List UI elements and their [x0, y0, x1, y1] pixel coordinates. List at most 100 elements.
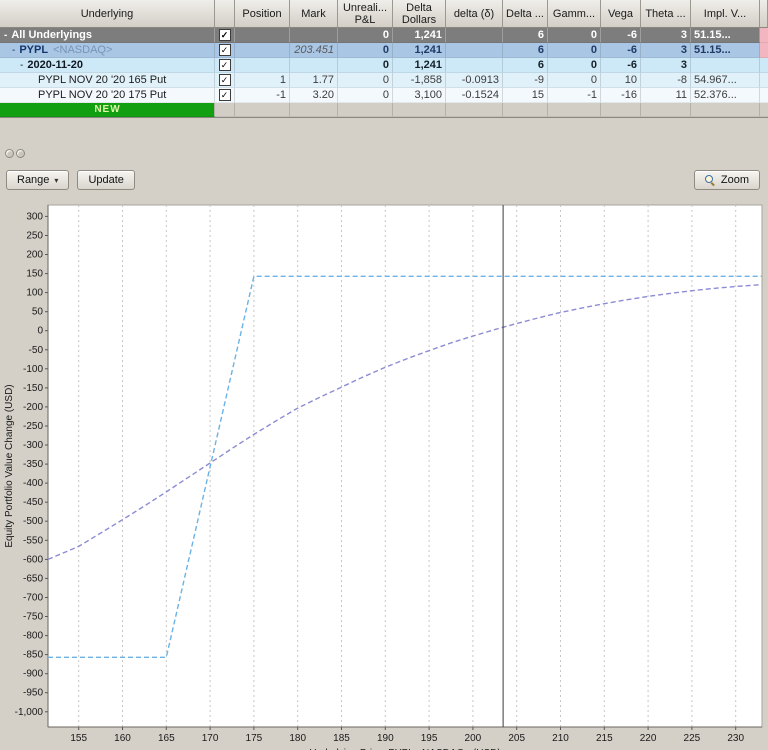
y-tick-label: -350 — [23, 459, 43, 470]
x-tick-label: 185 — [333, 733, 350, 744]
cell-delta: 6 — [503, 43, 548, 58]
row-checkbox[interactable]: ✓ — [218, 74, 231, 86]
y-tick-label: 50 — [32, 307, 44, 318]
cell-delta_dollars: 1,241 — [393, 43, 446, 58]
cell-delta_greek — [446, 103, 503, 117]
cell-gamma: 0 — [548, 73, 601, 88]
underlying-label: All Underlyings — [11, 29, 93, 41]
cell-theta: 3 — [641, 43, 691, 58]
expander-icon[interactable]: - — [12, 45, 15, 56]
column-header-delta[interactable]: Delta ... — [503, 0, 548, 28]
cell-delta_greek — [446, 28, 503, 43]
cell-underlying: -2020-11-20 — [0, 58, 215, 73]
column-header-impl_vol[interactable]: Impl. V... — [691, 0, 760, 28]
y-axis-title: Equity Portfolio Value Change (USD) — [4, 384, 15, 547]
plot-area — [47, 204, 763, 728]
table-row[interactable]: - PYPL <NASDAQ> ✓ 203.451 0 1,241 6 0 -6 3 51.15... — [0, 43, 768, 58]
y-tick-label: -850 — [23, 650, 43, 661]
column-header-gamma[interactable]: Gamm... — [548, 0, 601, 28]
range-button[interactable]: Range ▾ — [6, 170, 70, 190]
scroll-marker-header — [760, 0, 768, 28]
update-button[interactable]: Update — [77, 170, 135, 190]
cell-vega: -16 — [601, 88, 641, 103]
cell-vega: -6 — [601, 43, 641, 58]
y-tick-label: 150 — [26, 269, 43, 280]
column-header-pnl[interactable]: Unreali... P&L — [338, 0, 393, 28]
cell-theta: 3 — [641, 28, 691, 43]
x-tick-label: 160 — [114, 733, 131, 744]
expander-icon[interactable]: - — [4, 30, 7, 41]
cell-impl_vol: 52.376... — [691, 88, 760, 103]
expander-icon[interactable]: - — [20, 60, 23, 71]
y-tick-label: 0 — [37, 326, 43, 337]
row-marker — [760, 88, 768, 103]
y-tick-label: -650 — [23, 573, 43, 584]
divider-dot-icon — [5, 149, 14, 158]
row-alert-marker — [760, 28, 768, 43]
cell-impl_vol — [691, 103, 760, 117]
table-row[interactable]: NEW — [0, 103, 768, 117]
cell-underlying: NEW — [0, 103, 215, 117]
cell-theta: 11 — [641, 88, 691, 103]
x-tick-label: 220 — [640, 733, 657, 744]
cell-mark: 3.20 — [290, 88, 338, 103]
cell-vega: -6 — [601, 58, 641, 73]
y-tick-label: 250 — [26, 231, 43, 242]
cell-delta — [503, 103, 548, 117]
table-row[interactable]: - All Underlyings ✓ 0 1,241 6 0 -6 3 51.15... — [0, 28, 768, 43]
cell-delta_dollars: 3,100 — [393, 88, 446, 103]
cell-delta: 6 — [503, 28, 548, 43]
cell-pnl: 0 — [338, 58, 393, 73]
table-row[interactable]: PYPL NOV 20 '20 165 Put ✓ 1 1.77 0 -1,858 -0.0… — [0, 73, 768, 88]
row-checkbox[interactable]: ✓ — [218, 59, 231, 71]
column-header-theta[interactable]: Theta ... — [641, 0, 691, 28]
caret-down-icon: ▾ — [54, 175, 59, 185]
row-checkbox[interactable]: ✓ — [218, 44, 231, 56]
row-checkbox[interactable]: ✓ — [218, 89, 231, 101]
y-tick-label: -200 — [23, 402, 43, 413]
y-tick-label: -100 — [23, 364, 43, 375]
cell-checkbox: ✓ — [215, 43, 235, 58]
column-header-vega[interactable]: Vega — [601, 0, 641, 28]
cell-underlying: - PYPL <NASDAQ> — [0, 43, 215, 58]
cell-gamma: -1 — [548, 88, 601, 103]
cell-pnl: 0 — [338, 28, 393, 43]
x-tick-label: 215 — [596, 733, 613, 744]
column-header-delta_greek[interactable]: delta (δ) — [446, 0, 503, 28]
risk-profile-chart[interactable]: 155 160 165 170 175 180 185 190 195 200 205 210 215 2… — [0, 196, 768, 750]
cell-position — [235, 28, 290, 43]
cell-impl_vol: 54.967... — [691, 73, 760, 88]
cell-impl_vol: 51.15... — [691, 28, 760, 43]
cell-pnl: 0 — [338, 43, 393, 58]
column-header-underlying[interactable]: Underlying — [0, 0, 215, 28]
cell-gamma: 0 — [548, 43, 601, 58]
y-tick-label: -800 — [23, 631, 43, 642]
divider-dot-icon — [16, 149, 25, 158]
table-row[interactable]: -2020-11-20 ✓ 0 1,241 6 0 -6 3 — [0, 58, 768, 73]
zoom-button[interactable]: Zoom — [693, 170, 760, 190]
pane-divider[interactable] — [0, 118, 768, 164]
exchange-label: <NASDAQ> — [53, 44, 113, 56]
cell-delta: 6 — [503, 58, 548, 73]
y-tick-label: -900 — [23, 669, 43, 680]
x-tick-label: 200 — [465, 733, 482, 744]
cell-pnl: 0 — [338, 88, 393, 103]
positions-table: Underlying Position Mark Unreali... P&L Delt… — [0, 0, 768, 118]
cell-gamma: 0 — [548, 28, 601, 43]
column-header-delta_dollars[interactable]: Delta Dollars — [393, 0, 446, 28]
y-tick-label: -950 — [23, 688, 43, 699]
column-header-position[interactable]: Position — [235, 0, 290, 28]
x-tick-label: 165 — [158, 733, 175, 744]
underlying-label: PYPL NOV 20 '20 165 Put — [38, 74, 167, 86]
row-checkbox[interactable]: ✓ — [218, 29, 231, 41]
underlying-label: NEW — [94, 104, 121, 115]
table-row[interactable]: PYPL NOV 20 '20 175 Put ✓ -1 3.20 0 3,100 -0.1… — [0, 88, 768, 103]
cell-position: -1 — [235, 88, 290, 103]
x-tick-label: 170 — [202, 733, 219, 744]
cell-delta_greek — [446, 43, 503, 58]
column-header-mark[interactable]: Mark — [290, 0, 338, 28]
cell-theta: 3 — [641, 58, 691, 73]
cell-vega — [601, 103, 641, 117]
cell-underlying: PYPL NOV 20 '20 165 Put — [0, 73, 215, 88]
cell-underlying: - All Underlyings — [0, 28, 215, 43]
